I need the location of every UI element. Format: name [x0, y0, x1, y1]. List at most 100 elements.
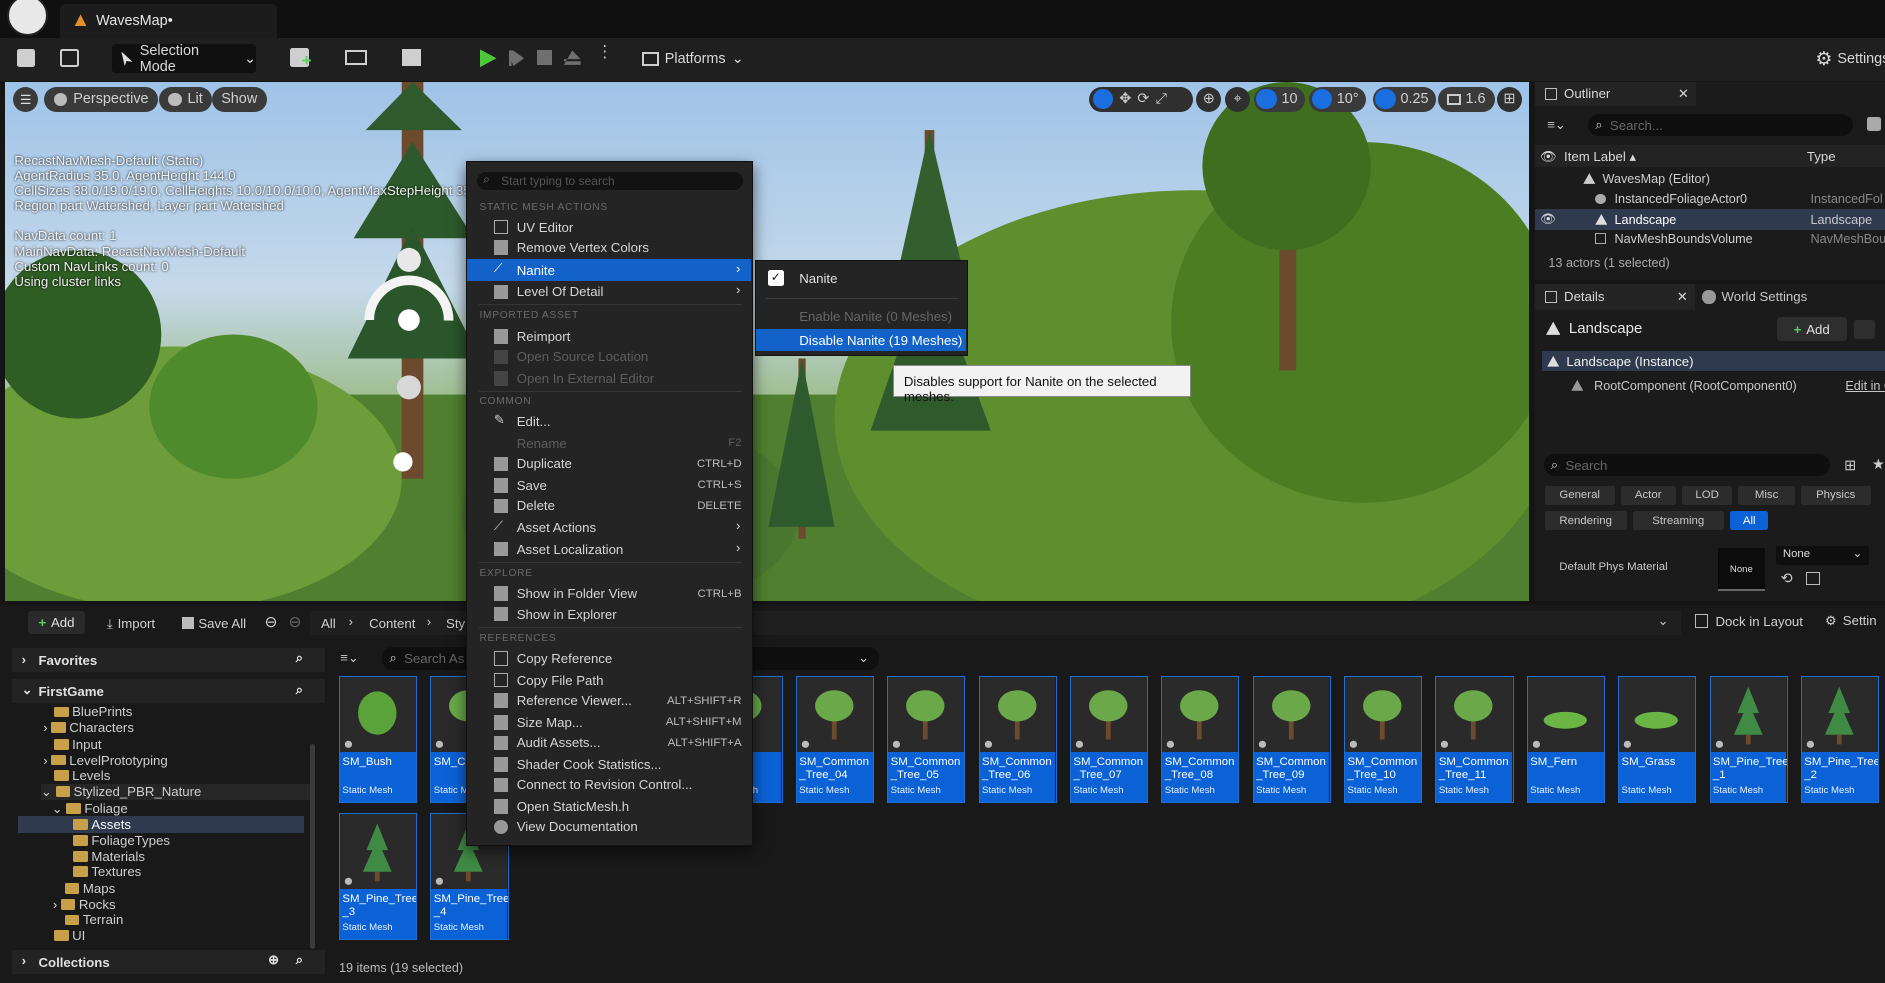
asset-tile[interactable]: SM_Common _Tree_04 Static Mesh — [795, 675, 874, 804]
folder-item[interactable]: Levels — [54, 768, 110, 783]
asset-tile[interactable]: SM_Pine_Tree _3 Static Mesh — [339, 812, 418, 941]
folder-item[interactable]: › LevelPrototyping — [43, 753, 168, 768]
play-icon[interactable] — [479, 49, 497, 68]
viewport-menu-icon[interactable]: ☰ — [13, 86, 39, 112]
browse-icon[interactable] — [60, 49, 80, 68]
eject-icon[interactable] — [563, 50, 581, 65]
phys-material-dropdown[interactable]: None ⌄ — [1775, 545, 1870, 566]
menu-save[interactable]: Save CTRL+S — [467, 475, 751, 497]
folder-item[interactable]: FoliageTypes — [73, 833, 170, 848]
filter-physics[interactable]: Physics — [1800, 485, 1871, 505]
asset-tile[interactable]: SM_Common _Tree_10 Static Mesh — [1344, 675, 1423, 804]
asset-tile[interactable]: SM_Common _Tree_09 Static Mesh — [1252, 675, 1331, 804]
folder-item[interactable]: Terrain — [64, 912, 123, 927]
step-icon[interactable] — [508, 50, 525, 67]
folder-item[interactable]: › Characters — [43, 720, 134, 735]
component-instance-row[interactable]: Landscape (Instance) — [1542, 351, 1885, 372]
camera-speed-control[interactable]: 1.6 — [1437, 86, 1496, 112]
menu-reimport[interactable]: Reimport — [467, 326, 751, 348]
browse-asset-icon[interactable] — [1805, 572, 1821, 586]
menu-nanite[interactable]: ⟋ Nanite › — [467, 259, 752, 282]
folder-item-selected[interactable]: Assets — [18, 816, 305, 834]
outliner-tab[interactable]: Outliner ✕ — [1535, 81, 1697, 106]
menu-copy-reference[interactable]: Copy Reference — [467, 648, 751, 670]
collections-header[interactable]: › Collections ⊕ ⌕ — [12, 949, 325, 974]
asset-filter-icon[interactable]: ≡⌄ — [340, 650, 359, 666]
root-component-row[interactable]: RootComponent (RootComponent0) Edit in C — [1571, 376, 1885, 395]
asset-tile[interactable]: SM_Fern Static Mesh — [1526, 675, 1605, 804]
outliner-row[interactable]: NavMeshBoundsVolume NavMeshBou — [1535, 230, 1885, 249]
import-button[interactable]: ⤓ Import — [107, 616, 155, 632]
details-search-input[interactable]: ⌕ Search — [1543, 454, 1830, 477]
lit-button[interactable]: Lit — [158, 86, 213, 112]
filter-actor[interactable]: Actor — [1620, 485, 1676, 505]
asset-tile[interactable]: SM_Common _Tree_11 Static Mesh — [1435, 675, 1514, 804]
cb-settings-button[interactable]: ⚙ Settin — [1825, 613, 1877, 629]
menu-uv-editor[interactable]: UV Editor — [467, 216, 751, 238]
asset-tile[interactable]: SM_Common _Tree_08 Static Mesh — [1161, 675, 1240, 804]
layout-icon[interactable]: ⊞ — [1496, 86, 1522, 112]
outliner-row[interactable]: InstancedFoliageActor0 InstancedFol — [1535, 190, 1885, 209]
table-view-icon[interactable]: ⊞ — [1844, 458, 1856, 474]
show-button[interactable]: Show — [211, 86, 267, 112]
breadcrumb-item[interactable]: Content — [369, 616, 415, 631]
save-icon[interactable] — [16, 49, 35, 68]
filter-all[interactable]: All — [1729, 510, 1769, 531]
asset-tile[interactable]: SM_Pine_Tree _1 Static Mesh — [1709, 675, 1788, 804]
dock-in-layout-button[interactable]: Dock in Layout — [1695, 614, 1803, 629]
menu-edit[interactable]: ✎ Edit... — [467, 411, 751, 433]
angle-snap-control[interactable]: 10° — [1309, 86, 1366, 112]
filter-general[interactable]: General — [1544, 485, 1615, 505]
details-tab[interactable]: Details ✕ — [1535, 283, 1696, 311]
folder-item[interactable]: UI — [54, 928, 85, 943]
asset-tile[interactable]: SM_Common _Tree_05 Static Mesh — [887, 675, 966, 804]
asset-tile[interactable]: SM_Common _Tree_06 Static Mesh — [978, 675, 1057, 804]
favorites-header[interactable]: › Favorites ⌕ — [12, 647, 325, 672]
reset-arrow-icon[interactable]: ⟲ — [1780, 571, 1792, 587]
folder-item[interactable]: Textures — [73, 864, 141, 879]
menu-show-in-folder-view[interactable]: Show in Folder View CTRL+B — [467, 583, 751, 605]
breadcrumb-item[interactable]: Sty — [446, 616, 465, 631]
col-item-label[interactable]: Item Label ▴ — [1564, 149, 1636, 165]
menu-duplicate[interactable]: Duplicate CTRL+D — [467, 453, 751, 475]
search-icon[interactable]: ⌕ — [296, 650, 303, 666]
menu-size-map[interactable]: Size Map... ALT+SHIFT+M — [467, 711, 751, 733]
menu-shader-cook-statistics[interactable]: Shader Cook Statistics... — [467, 754, 751, 776]
save-all-button[interactable]: Save All — [181, 616, 246, 631]
cinematics-icon[interactable] — [401, 49, 421, 67]
outliner-row[interactable]: WavesMap (Editor) — [1535, 169, 1885, 188]
blueprint-icon[interactable] — [345, 50, 367, 65]
col-type[interactable]: Type — [1807, 149, 1836, 164]
asset-tile[interactable]: SM_Grass Static Mesh — [1618, 675, 1697, 804]
asset-tile[interactable]: SM_Pine_Tree _2 Static Mesh — [1800, 675, 1880, 804]
menu-level-of-detail[interactable]: Level Of Detail › — [467, 281, 751, 303]
add-button[interactable]: + Add — [27, 610, 86, 634]
folder-item[interactable]: ⌄ Foliage — [52, 801, 128, 817]
menu-search-input[interactable]: ⌕ Start typing to search — [477, 171, 743, 190]
chevron-down-icon[interactable]: ⌄ — [1658, 613, 1669, 629]
phys-material-thumbnail[interactable]: None — [1717, 548, 1765, 592]
settings-button[interactable]: ⚙ Settings — [1815, 44, 1885, 73]
breadcrumb-item[interactable]: All — [321, 616, 336, 631]
level-tab[interactable]: WavesMap• — [60, 3, 277, 39]
select-tool-icon[interactable] — [1092, 88, 1114, 110]
stop-icon[interactable] — [537, 50, 552, 65]
search-icon[interactable]: ⌕ — [296, 682, 303, 698]
add-component-button[interactable]: + Add — [1776, 317, 1847, 342]
folder-item[interactable]: ⌄ Stylized_PBR_Nature — [40, 783, 313, 800]
folder-item[interactable]: BluePrints — [54, 704, 132, 719]
menu-view-documentation[interactable]: View Documentation — [467, 816, 751, 838]
rotate-tool-icon[interactable]: ⟳ — [1137, 91, 1149, 107]
outliner-row-selected[interactable]: 👁 Landscape Landscape — [1535, 209, 1885, 230]
folder-item[interactable]: Maps — [64, 881, 115, 896]
world-settings-tab[interactable]: World Settings — [1702, 284, 1807, 310]
project-header[interactable]: ⌄ FirstGame ⌕ — [12, 679, 325, 704]
menu-asset-localization[interactable]: Asset Localization › — [467, 538, 751, 560]
visibility-eye-icon[interactable]: 👁 — [1540, 212, 1556, 227]
folder-item[interactable]: Materials — [73, 849, 145, 864]
outliner-settings-icon[interactable] — [1867, 116, 1882, 132]
close-icon[interactable]: ✕ — [1678, 86, 1689, 102]
nanite-toggle[interactable]: ✓ Nanite — [756, 268, 966, 290]
asset-tile[interactable]: SM_Common _Tree_07 Static Mesh — [1069, 675, 1149, 804]
filter-lod[interactable]: LOD — [1681, 485, 1733, 505]
